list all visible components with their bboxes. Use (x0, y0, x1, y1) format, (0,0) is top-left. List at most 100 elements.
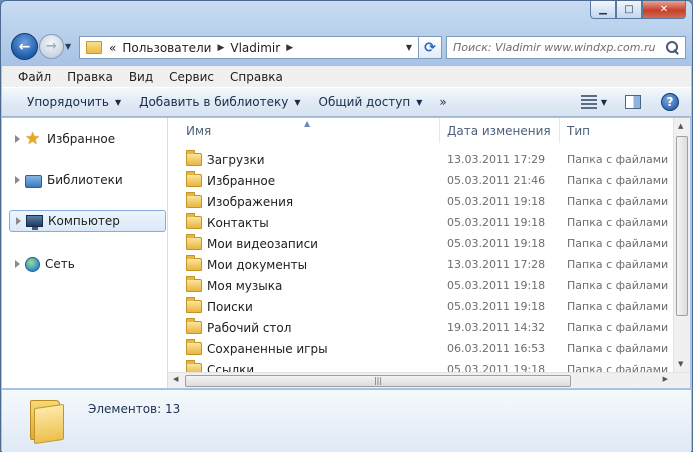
file-name: Моя музыка (207, 278, 283, 293)
file-name: Поиски (207, 299, 253, 314)
navigation-pane: ★ Избранное Библиотеки Компьютер Сеть (2, 118, 168, 388)
breadcrumb-users[interactable]: Пользователи (119, 41, 214, 55)
folder-icon (86, 41, 102, 54)
file-list: ▲ Имя Дата изменения Тип Загрузки 13.03.… (168, 118, 690, 388)
preview-pane-icon[interactable] (625, 95, 641, 109)
menu-edit[interactable]: Правка (59, 70, 121, 84)
maximize-button[interactable]: □ (616, 1, 642, 19)
close-button[interactable]: ✕ (642, 1, 686, 19)
expand-arrow-icon[interactable] (15, 135, 20, 143)
chevron-down-icon: ▼ (416, 97, 423, 107)
file-date: 05.03.2011 19:18 (447, 216, 546, 229)
file-row[interactable]: Мои документы 13.03.2011 17:28 Папка с ф… (168, 254, 668, 275)
caption-buttons: ▁ □ ✕ (590, 1, 686, 19)
minimize-button[interactable]: ▁ (590, 1, 616, 19)
file-type: Папка с файлами (567, 342, 669, 355)
file-date: 05.03.2011 19:18 (447, 195, 546, 208)
file-row[interactable]: Контакты 05.03.2011 19:18 Папка с файлам… (168, 212, 668, 233)
view-controls: ▼ ? (580, 93, 679, 111)
library-icon (25, 174, 42, 188)
file-row[interactable]: Поиски 05.03.2011 19:18 Папка с файлами (168, 296, 668, 317)
videos-folder-icon (186, 234, 202, 250)
sidebar-item-libraries[interactable]: Библиотеки (9, 169, 166, 191)
share-button[interactable]: Общий доступ ▼ (310, 95, 432, 109)
change-view-icon[interactable] (580, 95, 597, 109)
file-date: 05.03.2011 19:18 (447, 300, 546, 313)
share-label: Общий доступ (318, 95, 411, 109)
horizontal-scrollbar[interactable]: ◀ ||| ▶ (168, 372, 690, 388)
file-type: Папка с файлами (567, 174, 669, 187)
file-name: Мои видеозаписи (207, 236, 318, 251)
menu-file[interactable]: Файл (10, 70, 59, 84)
vertical-scroll-thumb[interactable] (676, 136, 688, 316)
sidebar-item-label: Сеть (45, 257, 75, 271)
contacts-folder-icon (186, 213, 202, 229)
add-to-library-button[interactable]: Добавить в библиотеку ▼ (130, 95, 309, 109)
file-date: 05.03.2011 21:46 (447, 174, 546, 187)
chevron-right-icon[interactable]: ▶ (283, 43, 296, 53)
view-dropdown[interactable]: ▼ (601, 98, 607, 107)
forward-button[interactable]: → (39, 34, 64, 59)
refresh-button[interactable]: ⟳ (419, 36, 442, 59)
expand-arrow-icon[interactable] (15, 176, 20, 184)
column-name-label: Имя (186, 123, 212, 138)
column-header-date[interactable]: Дата изменения (440, 118, 560, 143)
file-name: Мои документы (207, 257, 308, 272)
scroll-up-icon[interactable]: ▲ (678, 122, 683, 130)
file-row[interactable]: Загрузки 13.03.2011 17:29 Папка с файлам… (168, 149, 668, 170)
file-row[interactable]: Избранное 05.03.2011 21:46 Папка с файла… (168, 170, 668, 191)
search-icon[interactable] (666, 40, 680, 55)
expand-arrow-icon[interactable] (15, 260, 20, 268)
scroll-right-icon[interactable]: ▶ (663, 375, 668, 383)
expand-arrow-icon[interactable] (16, 217, 21, 225)
file-type: Папка с файлами (567, 300, 669, 313)
file-date: 13.03.2011 17:28 (447, 258, 546, 271)
file-row[interactable]: Мои видеозаписи 05.03.2011 19:18 Папка с… (168, 233, 668, 254)
organize-button[interactable]: Упорядочить ▼ (18, 95, 130, 109)
file-name: Загрузки (207, 152, 265, 167)
sidebar-item-favorites[interactable]: ★ Избранное (9, 128, 166, 150)
file-type: Папка с файлами (567, 216, 669, 229)
file-type: Папка с файлами (567, 258, 669, 271)
sidebar-item-computer[interactable]: Компьютер (9, 210, 166, 232)
more-commands-button[interactable]: » (431, 95, 454, 109)
file-name: Сохраненные игры (207, 341, 328, 356)
downloads-folder-icon (186, 150, 202, 166)
breadcrumb-overflow[interactable]: « (106, 41, 119, 55)
file-type: Папка с файлами (567, 279, 669, 292)
column-header-type[interactable]: Тип (560, 118, 670, 143)
sidebar-item-label: Библиотеки (47, 173, 123, 187)
chevron-down-icon: ▼ (294, 97, 301, 107)
details-pane: Элементов: 13 (2, 389, 691, 452)
searches-folder-icon (186, 297, 202, 313)
file-row[interactable]: Моя музыка 05.03.2011 19:18 Папка с файл… (168, 275, 668, 296)
menu-bar: Файл Правка Вид Сервис Справка (2, 65, 691, 87)
breadcrumb-vladimir[interactable]: Vladimir (227, 41, 283, 55)
file-row[interactable]: Рабочий стол 19.03.2011 14:32 Папка с фа… (168, 317, 668, 338)
sidebar-item-network[interactable]: Сеть (9, 253, 166, 275)
recent-pages-dropdown[interactable]: ▼ (65, 42, 71, 51)
column-header-name[interactable]: Имя (168, 118, 440, 143)
file-date: 05.03.2011 19:18 (447, 279, 546, 292)
scroll-left-icon[interactable]: ◀ (173, 375, 178, 383)
menu-help[interactable]: Справка (222, 70, 291, 84)
folder-icon (30, 400, 64, 445)
menu-view[interactable]: Вид (121, 70, 161, 84)
chevron-right-icon[interactable]: ▶ (214, 43, 227, 53)
menu-tools[interactable]: Сервис (161, 70, 222, 84)
column-date-label: Дата изменения (447, 123, 551, 138)
documents-folder-icon (186, 255, 202, 271)
file-date: 06.03.2011 16:53 (447, 342, 546, 355)
address-bar[interactable]: « Пользователи ▶ Vladimir ▶ ▼ (79, 36, 419, 59)
address-dropdown[interactable]: ▼ (400, 43, 418, 52)
search-input[interactable]: Поиск: Vladimir www.windxp.com.ru (446, 36, 686, 59)
file-row[interactable]: Сохраненные игры 06.03.2011 16:53 Папка … (168, 338, 668, 359)
favorites-folder-icon (186, 171, 202, 187)
sidebar-item-label: Избранное (47, 132, 116, 146)
file-row[interactable]: Изображения 05.03.2011 19:18 Папка с фай… (168, 191, 668, 212)
horizontal-scroll-thumb[interactable]: ||| (185, 375, 571, 387)
back-button[interactable]: ← (11, 33, 38, 60)
help-icon[interactable]: ? (661, 93, 679, 111)
scroll-down-icon[interactable]: ▼ (678, 360, 683, 368)
vertical-scrollbar[interactable]: ▲ ▼ (673, 118, 690, 372)
